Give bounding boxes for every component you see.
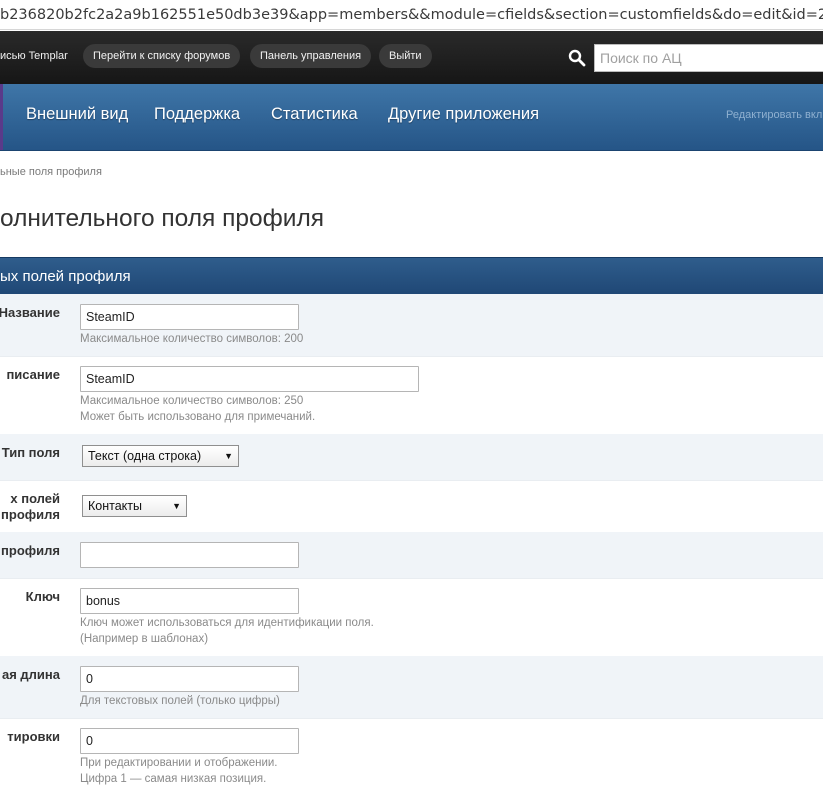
edit-tabs-link[interactable]: Редактировать вкл [726,109,822,121]
breadcrumb[interactable]: ьные поля профиля [0,166,102,178]
go-to-forums-link[interactable]: Перейти к списку форумов [83,44,241,68]
main-nav: Внешний вид Поддержка Статистика Другие … [0,84,823,151]
sort-help: При редактировании и отображении. [80,757,278,769]
nav-accent [0,84,3,150]
nav-item-statistics[interactable]: Статистика [271,105,358,124]
group-label-second-line: профиля [1,507,60,522]
chevron-down-icon: ▼ [172,501,181,511]
profile-field[interactable] [80,542,299,568]
key-help-example: (Например в шаблонах) [80,633,209,645]
section-header: ых полей профиля [0,257,823,295]
form-row-sort: тировки При редактировании и отображении… [0,718,823,785]
description-label: писание [6,367,60,382]
group-label: х полей [10,491,60,506]
form-row-max-length: ая длина Для текстовых полей (только циф… [0,656,823,719]
form-row-description: писание Максимальное количество символов… [0,356,823,435]
max-length-field[interactable] [80,666,299,692]
search-input[interactable] [594,44,823,72]
group-select-value: Контакты [88,499,142,513]
type-select-value: Текст (одна строка) [88,449,202,463]
type-select[interactable]: Текст (одна строка) ▼ [82,445,239,467]
nav-item-appearance[interactable]: Внешний вид [26,105,128,124]
key-field[interactable] [80,588,299,614]
nav-item-other-apps[interactable]: Другие приложения [388,105,539,124]
max-length-label: ая длина [1,667,60,682]
page-title: олнительного поля профиля [0,205,325,232]
description-help-note: Может быть использовано для примечаний. [80,411,316,423]
sort-label: тировки [7,729,60,744]
form-row-name: Название Максимальное количество символо… [0,294,823,357]
max-length-help: Для текстовых полей (только цифры) [80,695,280,707]
form-row-type: Тип поля Текст (одна строка) ▼ [0,434,823,481]
user-link[interactable]: исью Templar [0,44,68,68]
name-field[interactable] [80,304,299,330]
dashboard-link[interactable]: Панель управления [250,44,372,68]
nav-item-support[interactable]: Поддержка [154,105,240,124]
sort-field[interactable] [80,728,299,754]
name-help: Максимальное количество символов: 200 [80,333,304,345]
key-label: Ключ [25,589,60,604]
logout-link[interactable]: Выйти [379,44,432,68]
group-select[interactable]: Контакты ▼ [82,495,187,517]
profile-label: профиля [1,543,60,558]
key-help: Ключ может использоваться для идентифика… [80,617,374,629]
url-text: b236820b2fc2a2a9b162551e50db3e39&app=mem… [0,7,823,23]
chevron-down-icon: ▼ [224,451,233,461]
description-field[interactable] [80,366,419,392]
form-row-profile: профиля [0,532,823,579]
search-icon[interactable] [568,49,586,67]
address-bar[interactable]: b236820b2fc2a2a9b162551e50db3e39&app=mem… [0,0,823,30]
type-label: Тип поля [1,445,60,460]
description-help: Максимальное количество символов: 250 [80,395,304,407]
name-label: Название [0,305,60,320]
form-row-key: Ключ Ключ может использоваться для идент… [0,578,823,657]
form-row-group: х полей профиля Контакты ▼ [0,480,823,533]
